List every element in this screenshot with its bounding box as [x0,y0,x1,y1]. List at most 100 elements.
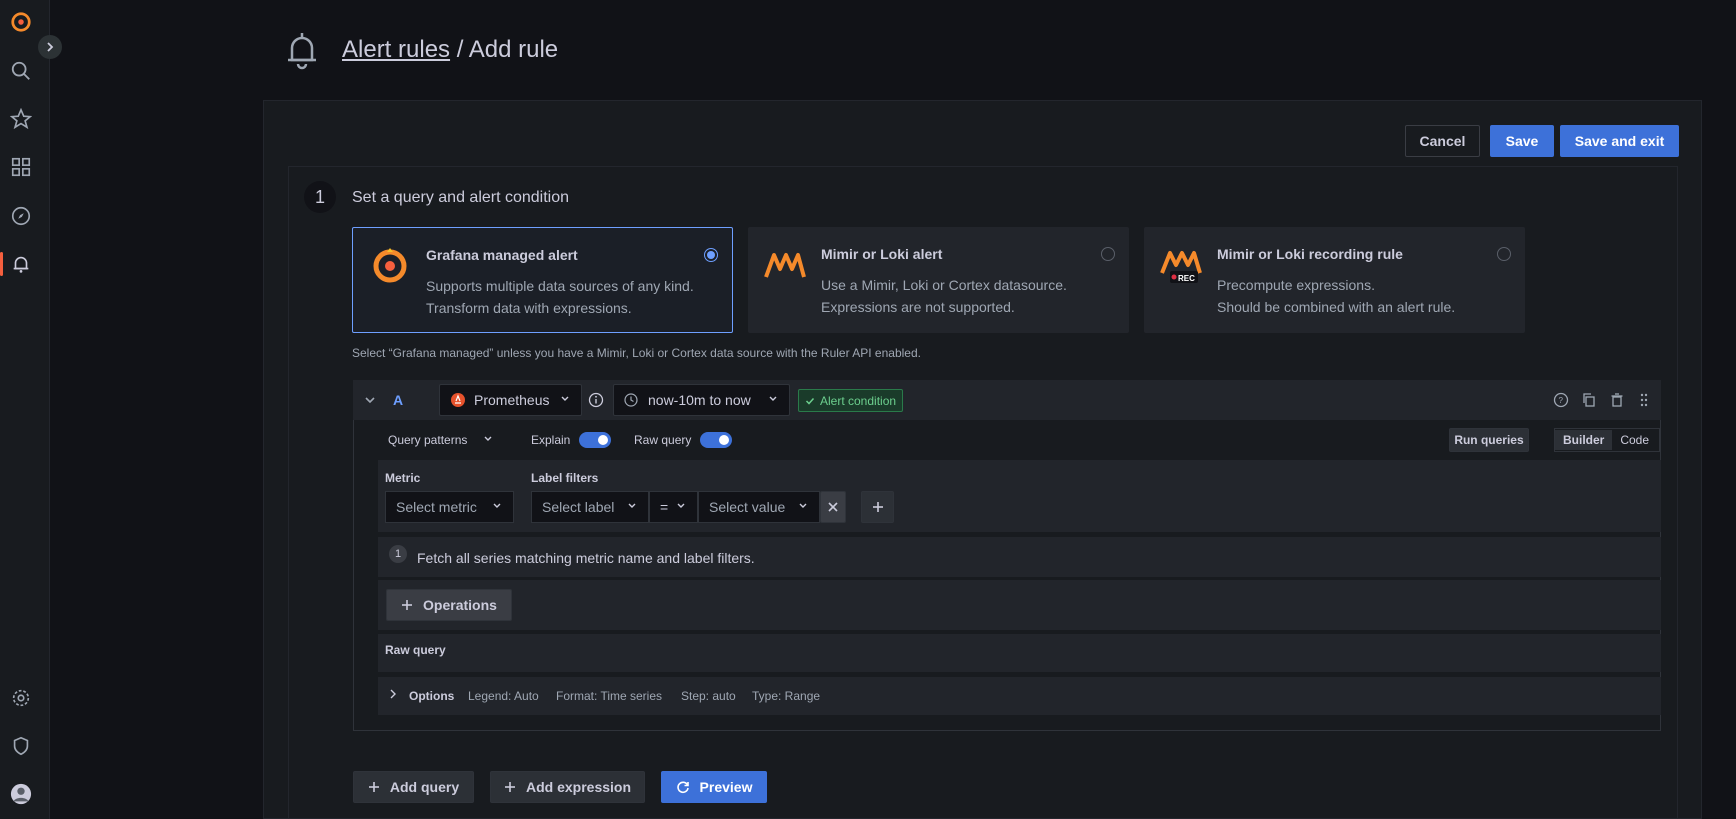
chevron-down-icon [628,503,636,508]
datasource-name: Prometheus [474,392,550,408]
explain-label: Explain [531,433,571,447]
trash-icon[interactable] [1609,392,1625,408]
card-desc-line1: Use a Mimir, Loki or Cortex datasource. [821,277,1067,293]
operations-label: Operations [423,597,497,613]
page-header: Alert rules / Add rule [284,30,558,70]
sidebar [0,0,50,819]
raw-query-row [378,634,1661,672]
time-range-text: now-10m to now [648,392,751,408]
preview-button[interactable]: Preview [661,771,767,803]
type-option: Type: Range [752,689,821,703]
operator-select[interactable]: = [649,491,698,523]
radio-unselected[interactable] [1101,247,1115,261]
refresh-icon [676,781,689,794]
add-filter-button[interactable] [861,491,894,523]
value-select-placeholder: Select value [709,499,786,515]
settings-gear-icon[interactable] [9,686,33,710]
bell-icon [288,33,316,70]
alert-condition-text: Alert condition [820,393,897,408]
add-operations-button[interactable]: Operations [386,589,512,621]
chevron-down-icon [677,503,685,508]
close-icon [828,502,838,512]
save-and-exit-button[interactable]: Save and exit [1560,125,1679,157]
save-button[interactable]: Save [1490,125,1554,157]
query-patterns-label: Query patterns [388,433,468,447]
page-title: Alert rules / Add rule [342,36,558,64]
card-desc-line2: Should be combined with an alert rule. [1217,299,1456,315]
active-indicator [0,252,3,276]
hint-text: Select “Grafana managed” unless you have… [352,346,921,360]
step-title: Set a query and alert condition [352,189,570,206]
add-query-label: Add query [389,779,460,795]
label-select-placeholder: Select label [542,499,615,515]
fetch-description: Fetch all series matching metric name an… [417,550,755,566]
metric-select-placeholder: Select metric [396,499,477,515]
dashboards-icon[interactable] [9,155,33,179]
expand-sidebar-button[interactable] [38,35,62,59]
step-number: 1 [304,181,336,213]
radio-selected[interactable] [704,248,718,262]
label-select[interactable]: Select label [531,491,649,523]
card-desc-line2: Expressions are not supported. [821,299,1015,315]
card-desc-line1: Precompute expressions. [1217,277,1375,293]
chevron-right-icon [47,42,54,52]
grafana-logo-icon[interactable] [9,10,33,34]
help-icon[interactable]: ? [1553,392,1569,408]
chevron-down-icon [493,503,501,508]
collapse-chevron-icon[interactable] [362,392,378,408]
search-icon[interactable] [9,59,33,83]
format-option: Format: Time series [556,689,663,703]
info-icon[interactable] [588,392,604,408]
chevron-down-icon[interactable] [482,433,494,445]
drag-handle-icon[interactable] [1636,392,1652,408]
grafana-logo-icon [373,248,407,283]
value-select[interactable]: Select value [698,491,820,523]
run-queries-button[interactable]: Run queries [1449,428,1529,452]
add-query-button[interactable]: Add query [353,771,474,803]
explain-toggle[interactable] [579,432,611,448]
mimir-logo-icon [764,253,806,278]
chevron-down-icon [799,503,807,508]
label-filters-label: Label filters [531,471,599,485]
code-mode-button[interactable]: Code [1612,430,1657,450]
add-expression-button[interactable]: Add expression [490,771,645,803]
datasource-picker[interactable]: Prometheus [439,384,582,416]
mimir-loki-alert-card[interactable]: Mimir or Loki alert Use a Mimir, Loki or… [748,227,1129,333]
operator-value: = [660,499,669,515]
plus-icon [402,600,413,610]
chevron-right-icon[interactable] [387,688,399,700]
query-patterns-dropdown[interactable]: Query patterns [388,433,467,447]
plus-icon [504,782,515,792]
card-desc-line2: Transform data with expressions. [426,300,632,316]
duplicate-icon[interactable] [1581,392,1597,408]
raw-query-toggle[interactable] [700,432,732,448]
prometheus-icon [451,393,465,407]
card-title: Grafana managed alert [426,247,578,263]
query-letter[interactable]: A [393,392,403,408]
alert-condition-badge[interactable]: Alert condition [798,389,904,412]
user-avatar-icon[interactable] [9,782,33,806]
card-title: Mimir or Loki recording rule [1217,246,1403,262]
radio-unselected[interactable] [1497,247,1511,261]
breadcrumb-alert-rules-link[interactable]: Alert rules [342,36,450,63]
metric-select[interactable]: Select metric [385,491,514,523]
cancel-button[interactable]: Cancel [1405,125,1480,157]
card-desc-line1: Supports multiple data sources of any ki… [426,278,694,294]
alerting-bell-icon[interactable] [9,252,33,276]
step-number-badge: 1 [389,545,407,563]
time-range-picker[interactable]: now-10m to now [613,384,790,416]
builder-mode-button[interactable]: Builder [1555,430,1613,450]
grafana-managed-alert-card[interactable]: Grafana managed alert Supports multiple … [352,227,733,333]
explore-compass-icon[interactable] [9,204,33,228]
plus-icon [368,782,379,792]
shield-icon[interactable] [9,734,33,758]
options-label[interactable]: Options [409,689,454,703]
remove-filter-button[interactable] [820,491,846,523]
chevron-down-icon [769,396,777,401]
recording-rule-card[interactable]: REC Mimir or Loki recording rule Precomp… [1144,227,1525,333]
svg-text:?: ? [1559,396,1564,405]
check-icon [805,397,815,405]
star-icon[interactable] [9,107,33,131]
rec-badge: REC [1178,274,1195,283]
breadcrumb-separator: / [450,36,469,63]
